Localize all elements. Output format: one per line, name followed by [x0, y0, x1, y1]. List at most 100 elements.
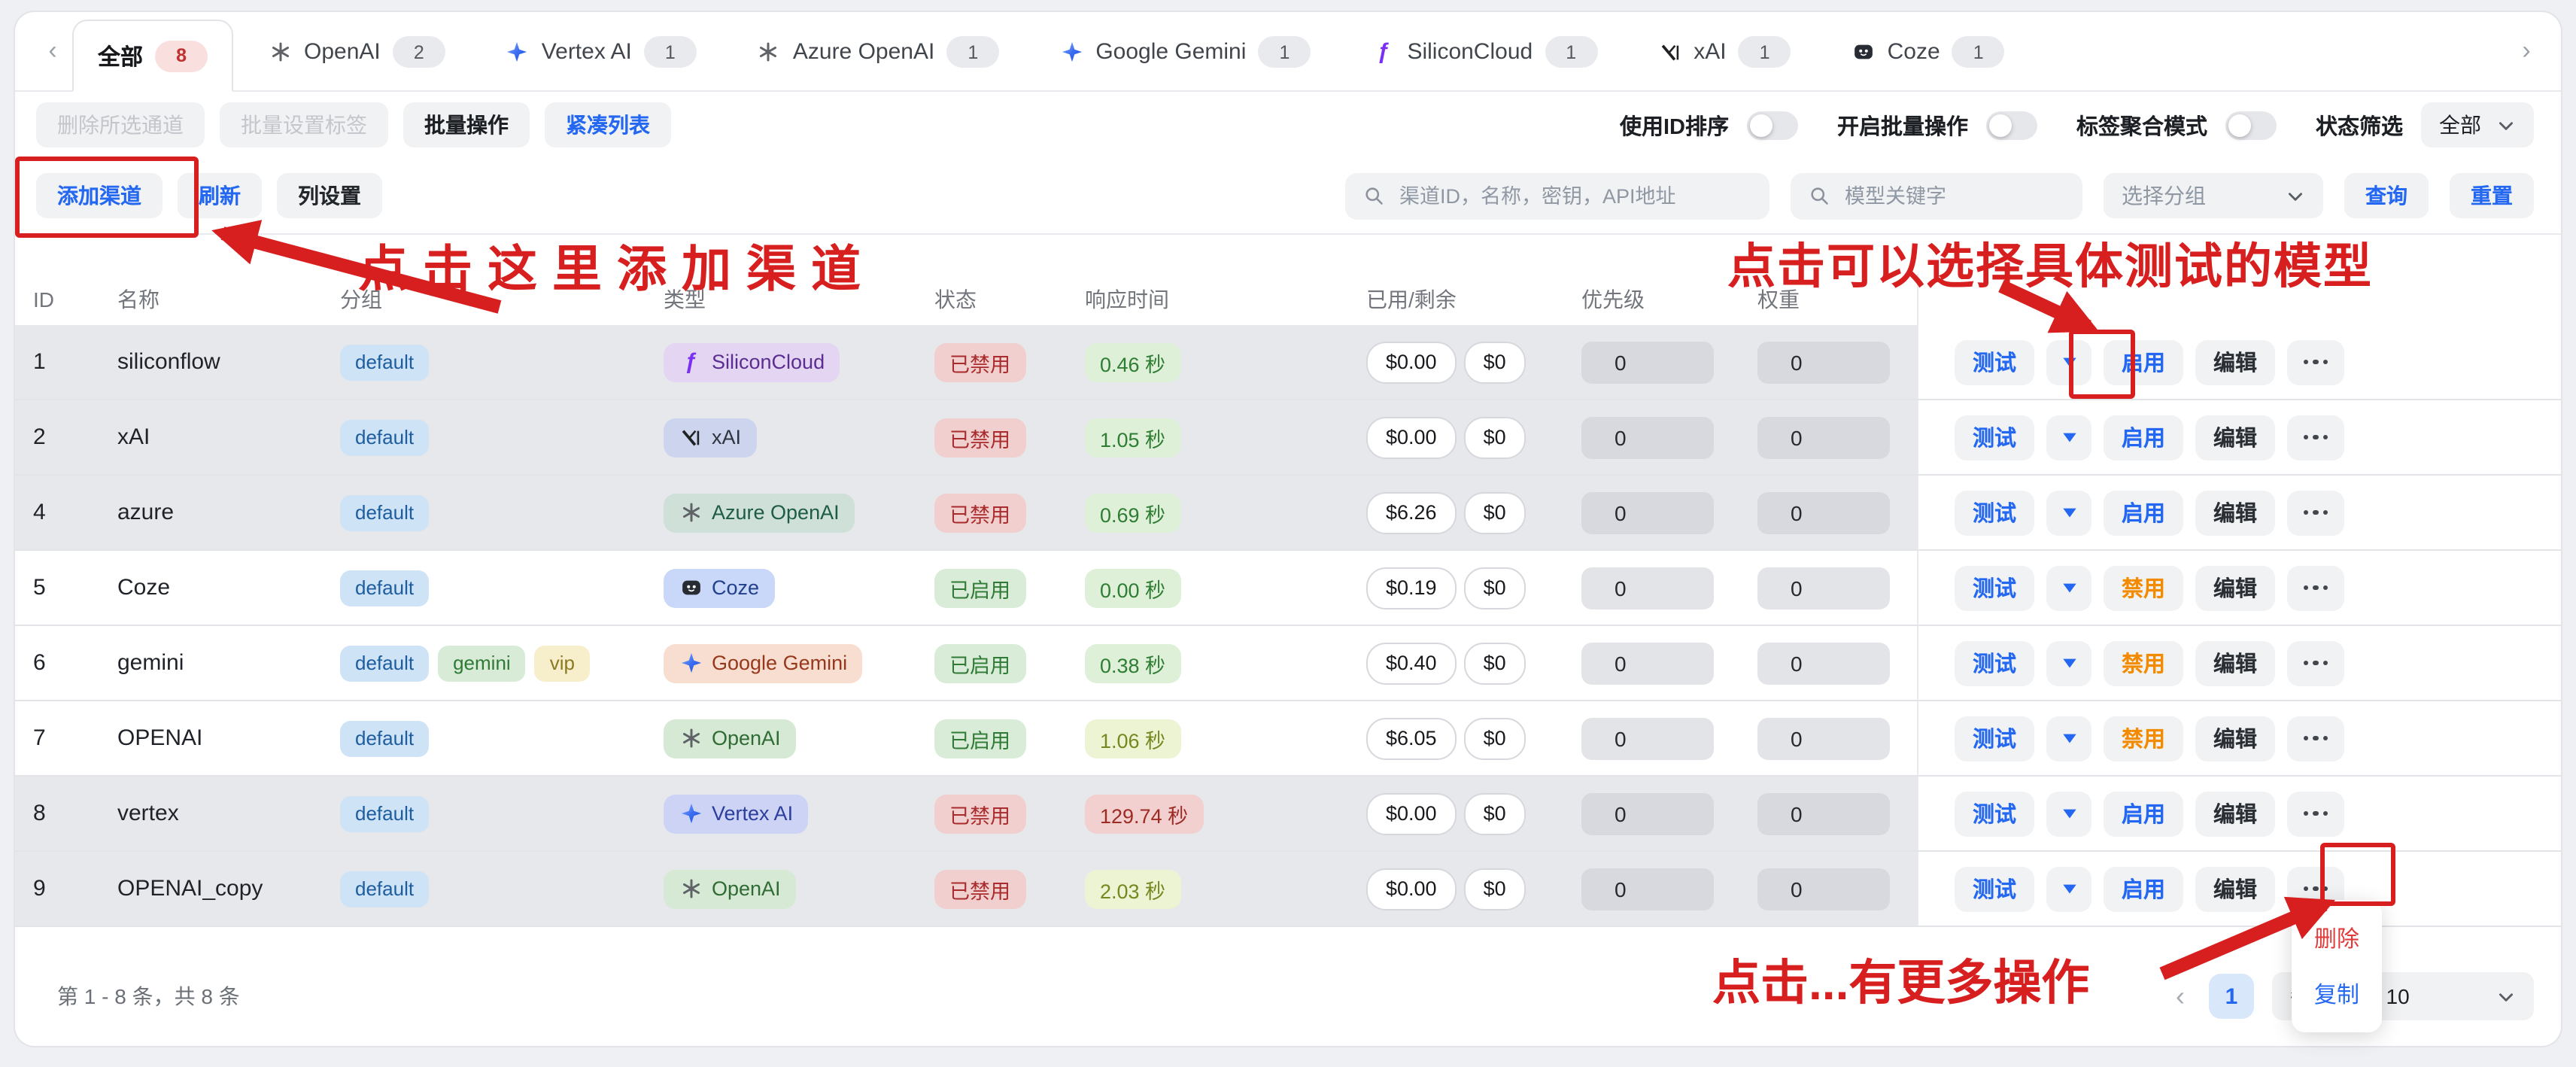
weight-input[interactable]: 0: [1757, 567, 1890, 609]
channel-type: Google Gemini: [646, 626, 916, 700]
menu-item-delete[interactable]: 删除: [2292, 918, 2382, 959]
test-model-dropdown-button[interactable]: [2046, 866, 2091, 911]
add-channel-button[interactable]: 添加渠道: [36, 173, 163, 218]
menu-item-copy[interactable]: 复制: [2292, 974, 2382, 1014]
weight-input[interactable]: 0: [1757, 341, 1890, 383]
tabs-scroll-left-button[interactable]: ‹: [33, 18, 72, 84]
disable-button[interactable]: 禁用: [2104, 640, 2183, 685]
weight-input[interactable]: 0: [1757, 491, 1890, 534]
tab-google-gemini[interactable]: Google Gemini1: [1034, 17, 1336, 85]
enable-button[interactable]: 启用: [2104, 866, 2183, 911]
edit-button[interactable]: 编辑: [2195, 866, 2275, 911]
test-model-dropdown-button[interactable]: [2046, 565, 2091, 610]
tab-coze[interactable]: Coze1: [1826, 17, 2031, 85]
column-header-响应时间: 响应时间: [1067, 274, 1348, 325]
enable-button[interactable]: 启用: [2104, 791, 2183, 836]
quota-used-badge: $0.00: [1366, 792, 1457, 834]
test-model-dropdown-button[interactable]: [2046, 415, 2091, 460]
tag-aggregate-toggle[interactable]: [2225, 111, 2277, 139]
weight-input[interactable]: 0: [1757, 416, 1890, 458]
priority-input[interactable]: 0: [1581, 341, 1714, 383]
refresh-button[interactable]: 刷新: [178, 173, 262, 218]
group-select[interactable]: 选择分组: [2104, 173, 2323, 218]
reset-button[interactable]: 重置: [2450, 173, 2534, 218]
edit-button[interactable]: 编辑: [2195, 640, 2275, 685]
page-1-button[interactable]: 1: [2209, 974, 2254, 1019]
more-actions-button[interactable]: [2287, 490, 2344, 535]
delete-selected-button[interactable]: 删除所选通道: [36, 102, 205, 147]
enable-button[interactable]: 启用: [2104, 339, 2183, 385]
test-button[interactable]: 测试: [1955, 565, 2034, 610]
edit-button[interactable]: 编辑: [2195, 490, 2275, 535]
enable-batch-toggle[interactable]: [1986, 111, 2037, 139]
test-button[interactable]: 测试: [1955, 716, 2034, 761]
weight-input[interactable]: 0: [1757, 868, 1890, 910]
test-model-dropdown-button[interactable]: [2046, 716, 2091, 761]
quota-used-remaining: $0.00$0: [1348, 852, 1563, 926]
weight-cell: 0: [1739, 325, 1917, 399]
test-model-dropdown-button[interactable]: [2046, 640, 2091, 685]
test-button[interactable]: 测试: [1955, 791, 2034, 836]
priority-cell: 0: [1563, 701, 1739, 775]
test-button[interactable]: 测试: [1955, 866, 2034, 911]
test-model-dropdown-button[interactable]: [2046, 339, 2091, 385]
more-actions-button[interactable]: [2287, 415, 2344, 460]
more-actions-button[interactable]: [2287, 791, 2344, 836]
test-button[interactable]: 测试: [1955, 490, 2034, 535]
tab-azure-openai[interactable]: Azure OpenAI1: [731, 17, 1025, 85]
status-filter-value: 全部: [2439, 110, 2481, 140]
test-button[interactable]: 测试: [1955, 640, 2034, 685]
test-button[interactable]: 测试: [1955, 415, 2034, 460]
status-filter-select[interactable]: 全部: [2421, 102, 2534, 147]
batch-set-tag-button[interactable]: 批量设置标签: [220, 102, 388, 147]
enable-button[interactable]: 启用: [2104, 490, 2183, 535]
row-actions: 测试 禁用编辑: [1917, 626, 2561, 700]
tab-全部[interactable]: 全部8: [72, 20, 233, 92]
channel-id: 6: [15, 626, 99, 700]
more-actions-button[interactable]: [2287, 640, 2344, 685]
priority-input[interactable]: 0: [1581, 416, 1714, 458]
test-model-dropdown-button[interactable]: [2046, 490, 2091, 535]
edit-button[interactable]: 编辑: [2195, 415, 2275, 460]
priority-input[interactable]: 0: [1581, 642, 1714, 684]
priority-input[interactable]: 0: [1581, 717, 1714, 759]
edit-button[interactable]: 编辑: [2195, 565, 2275, 610]
enable-button[interactable]: 启用: [2104, 415, 2183, 460]
weight-input[interactable]: 0: [1757, 717, 1890, 759]
query-button[interactable]: 查询: [2344, 173, 2429, 218]
test-model-dropdown-button[interactable]: [2046, 791, 2091, 836]
more-actions-button[interactable]: [2287, 716, 2344, 761]
priority-input[interactable]: 0: [1581, 491, 1714, 534]
weight-input[interactable]: 0: [1757, 642, 1890, 684]
column-settings-button[interactable]: 列设置: [277, 173, 382, 218]
more-actions-button[interactable]: [2287, 339, 2344, 385]
disable-button[interactable]: 禁用: [2104, 716, 2183, 761]
tab-siliconcloud[interactable]: ƒSiliconCloud1: [1345, 17, 1623, 85]
priority-input[interactable]: 0: [1581, 868, 1714, 910]
tab-vertex-ai[interactable]: Vertex AI1: [480, 17, 722, 85]
star-icon: [679, 651, 703, 675]
batch-operations-button[interactable]: 批量操作: [403, 102, 530, 147]
group-tag: default: [340, 494, 429, 530]
edit-button[interactable]: 编辑: [2195, 716, 2275, 761]
edit-button[interactable]: 编辑: [2195, 339, 2275, 385]
response-time: 2.03 秒: [1067, 852, 1348, 926]
weight-input[interactable]: 0: [1757, 792, 1890, 834]
disable-button[interactable]: 禁用: [2104, 565, 2183, 610]
tab-openai[interactable]: OpenAI2: [242, 17, 471, 85]
channel-search-input[interactable]: [1396, 183, 1751, 208]
test-button[interactable]: 测试: [1955, 339, 2034, 385]
priority-input[interactable]: 0: [1581, 567, 1714, 609]
compact-list-button[interactable]: 紧凑列表: [545, 102, 671, 147]
openai-icon: [268, 40, 292, 64]
channel-type: Vertex AI: [646, 777, 916, 850]
previous-page-button[interactable]: ‹: [2167, 979, 2191, 1014]
tab-xai[interactable]: xAI1: [1632, 17, 1816, 85]
priority-input[interactable]: 0: [1581, 792, 1714, 834]
model-keyword-input[interactable]: [1842, 183, 2064, 208]
channel-groups: default: [322, 852, 646, 926]
edit-button[interactable]: 编辑: [2195, 791, 2275, 836]
more-actions-button[interactable]: [2287, 565, 2344, 610]
use-id-sort-toggle[interactable]: [1747, 111, 1798, 139]
tabs-scroll-right-button[interactable]: ›: [2507, 18, 2546, 84]
